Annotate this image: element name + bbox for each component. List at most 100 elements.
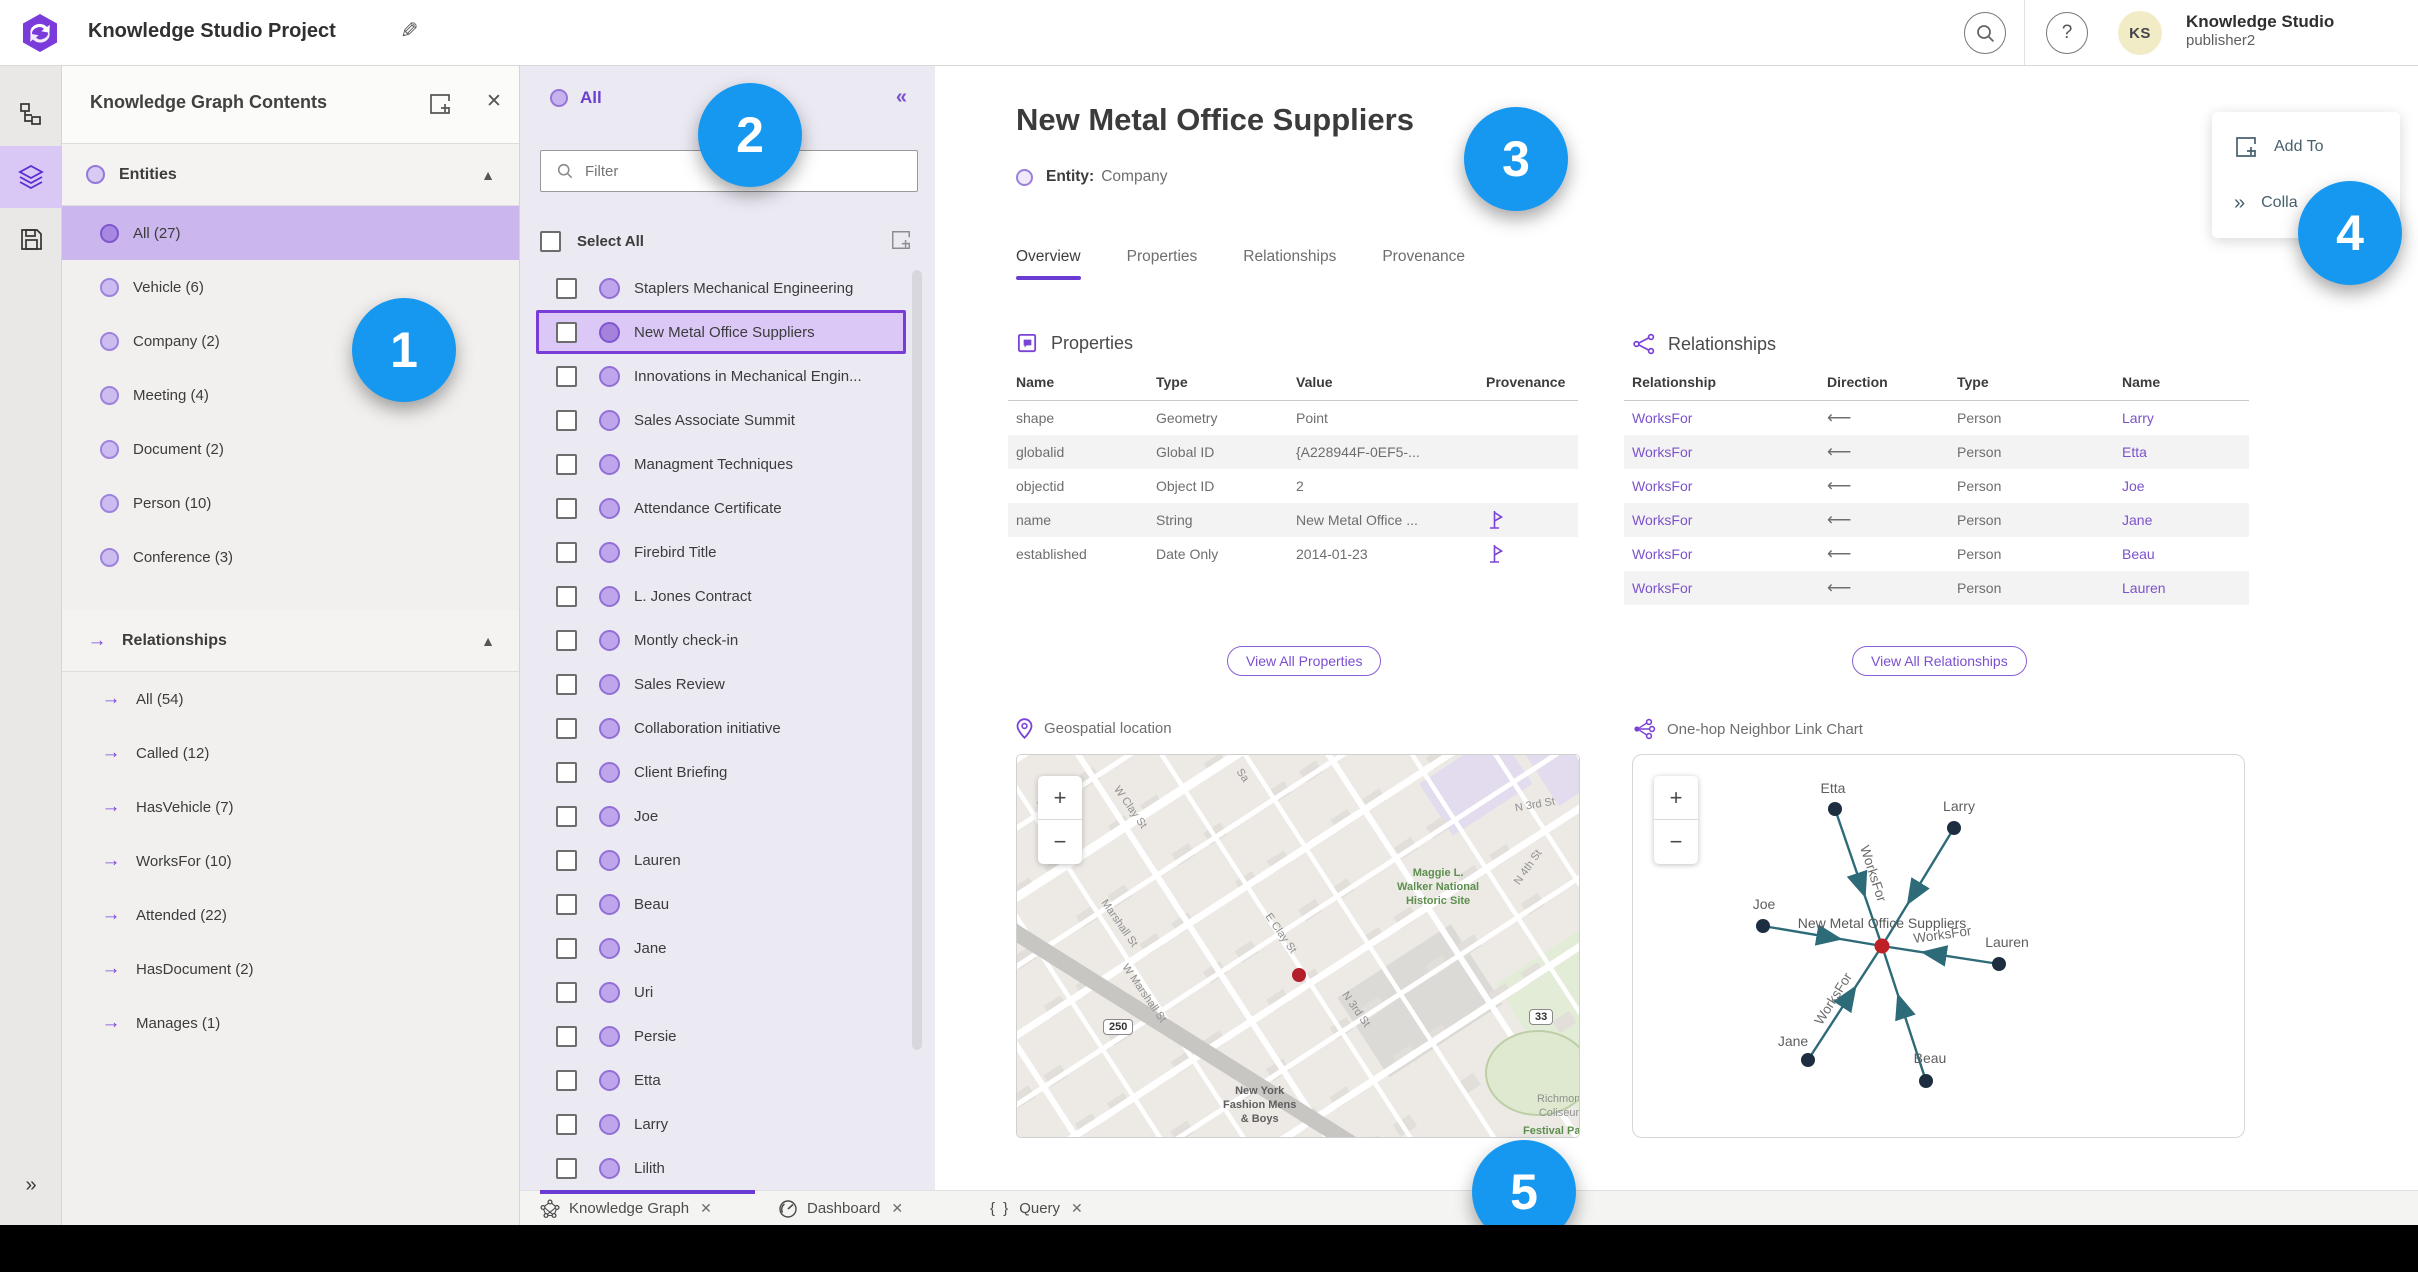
item-checkbox[interactable] bbox=[556, 277, 577, 299]
list-item[interactable]: Innovations in Mechanical Engin... bbox=[520, 354, 912, 398]
item-checkbox[interactable] bbox=[556, 541, 577, 563]
rail-expand-button[interactable]: » bbox=[0, 1174, 62, 1197]
list-item[interactable]: L. Jones Contract bbox=[520, 574, 912, 618]
item-checkbox[interactable] bbox=[556, 937, 577, 959]
item-checkbox[interactable] bbox=[556, 321, 577, 343]
list-item[interactable]: Attendance Certificate bbox=[520, 486, 912, 530]
graph-node-lauren[interactable] bbox=[1992, 957, 2006, 971]
sidebar-item-document[interactable]: Document (2) bbox=[62, 422, 519, 476]
item-checkbox[interactable] bbox=[556, 761, 577, 783]
list-item[interactable]: Beau bbox=[520, 882, 912, 926]
sidebar-item-worksfor[interactable]: → WorksFor (10) bbox=[62, 834, 519, 888]
item-checkbox[interactable] bbox=[556, 365, 577, 387]
avatar[interactable]: KS bbox=[2118, 11, 2162, 55]
one-hop-link-chart[interactable]: Etta Larry Joe Lauren Jane Beau WorksFor WorksF… bbox=[1632, 754, 2245, 1138]
list-item[interactable]: Larry bbox=[520, 1102, 912, 1146]
cell-name[interactable]: Joe bbox=[2114, 469, 2249, 503]
zoom-in-button[interactable]: + bbox=[1038, 776, 1082, 820]
zoom-out-button[interactable]: − bbox=[1038, 820, 1082, 864]
list-item[interactable]: Uri bbox=[520, 970, 912, 1014]
sidebar-item-called[interactable]: → Called (12) bbox=[62, 726, 519, 780]
relationships-section-header[interactable]: → Relationships ▲ bbox=[62, 610, 519, 672]
list-item[interactable]: Client Briefing bbox=[520, 750, 912, 794]
graph-center-node[interactable] bbox=[1874, 938, 1890, 954]
list-item[interactable]: Sales Review bbox=[520, 662, 912, 706]
provenance-flag-button[interactable] bbox=[1486, 510, 1570, 529]
tab-overview[interactable]: Overview bbox=[1016, 248, 1081, 280]
list-item[interactable]: Staplers Mechanical Engineering bbox=[520, 266, 912, 310]
list-item[interactable]: Managment Techniques bbox=[520, 442, 912, 486]
zoom-out-button[interactable]: − bbox=[1654, 820, 1698, 864]
provenance-flag-button[interactable] bbox=[1486, 544, 1570, 563]
sidebar-item-hasvehicle[interactable]: → HasVehicle (7) bbox=[62, 780, 519, 834]
rail-hierarchy-button[interactable] bbox=[0, 84, 62, 146]
list-item[interactable]: Jane bbox=[520, 926, 912, 970]
chevron-up-icon[interactable]: ▲ bbox=[481, 633, 495, 649]
tab-provenance[interactable]: Provenance bbox=[1382, 248, 1465, 280]
cell-relationship[interactable]: WorksFor bbox=[1624, 537, 1819, 571]
cell-name[interactable]: Lauren bbox=[2114, 571, 2249, 605]
sidebar-item-meeting[interactable]: Meeting (4) bbox=[62, 368, 519, 422]
cell-name[interactable]: Jane bbox=[2114, 503, 2249, 537]
entities-section-header[interactable]: Entities ▲ bbox=[62, 144, 519, 206]
list-item[interactable]: Lilith bbox=[520, 1146, 912, 1190]
item-checkbox[interactable] bbox=[556, 1025, 577, 1047]
graph-node-joe[interactable] bbox=[1756, 919, 1770, 933]
collapse-panel-icon[interactable]: « bbox=[896, 86, 907, 109]
item-checkbox[interactable] bbox=[556, 981, 577, 1003]
item-checkbox[interactable] bbox=[556, 717, 577, 739]
geospatial-map[interactable]: k RdW Clay StSaN 3rd StN 4th StMarshall … bbox=[1016, 754, 1580, 1138]
sidebar-item-conference[interactable]: Conference (3) bbox=[62, 530, 519, 584]
list-item[interactable]: Persie bbox=[520, 1014, 912, 1058]
item-checkbox[interactable] bbox=[556, 1113, 577, 1135]
bottom-tab-knowledge-graph[interactable]: Knowledge Graph ✕ bbox=[540, 1191, 712, 1226]
graph-node-jane[interactable] bbox=[1801, 1053, 1815, 1067]
cell-name[interactable]: Etta bbox=[2114, 435, 2249, 469]
item-checkbox[interactable] bbox=[556, 409, 577, 431]
list-item[interactable]: New Metal Office Suppliers bbox=[536, 310, 906, 354]
zoom-in-button[interactable]: + bbox=[1654, 776, 1698, 820]
cell-relationship[interactable]: WorksFor bbox=[1624, 469, 1819, 503]
sidebar-item-manages[interactable]: → Manages (1) bbox=[62, 996, 519, 1050]
item-checkbox[interactable] bbox=[556, 585, 577, 607]
rail-save-button[interactable] bbox=[0, 208, 62, 270]
view-all-relationships-button[interactable]: View All Relationships bbox=[1852, 646, 2027, 676]
list-item[interactable]: Lauren bbox=[520, 838, 912, 882]
item-checkbox[interactable] bbox=[556, 497, 577, 519]
item-checkbox[interactable] bbox=[556, 1069, 577, 1091]
list-item[interactable]: Collaboration initiative bbox=[520, 706, 912, 750]
item-checkbox[interactable] bbox=[556, 1157, 577, 1179]
add-to-map-button[interactable] bbox=[428, 92, 452, 116]
app-logo-icon[interactable] bbox=[20, 13, 60, 53]
view-all-properties-button[interactable]: View All Properties bbox=[1227, 646, 1382, 676]
graph-node-beau[interactable] bbox=[1919, 1074, 1933, 1088]
item-checkbox[interactable] bbox=[556, 805, 577, 827]
cell-relationship[interactable]: WorksFor bbox=[1624, 401, 1819, 436]
cell-relationship[interactable]: WorksFor bbox=[1624, 435, 1819, 469]
close-tab-icon[interactable]: ✕ bbox=[1071, 1200, 1083, 1217]
cell-relationship[interactable]: WorksFor bbox=[1624, 503, 1819, 537]
list-item[interactable]: Sales Associate Summit bbox=[520, 398, 912, 442]
help-button[interactable]: ? bbox=[2046, 12, 2088, 54]
chevron-up-icon[interactable]: ▲ bbox=[481, 167, 495, 183]
item-checkbox[interactable] bbox=[556, 849, 577, 871]
graph-node-larry[interactable] bbox=[1947, 821, 1961, 835]
list-item[interactable]: Etta bbox=[520, 1058, 912, 1102]
close-tab-icon[interactable]: ✕ bbox=[700, 1200, 712, 1217]
bottom-tab-query[interactable]: { } Query ✕ bbox=[990, 1191, 1083, 1226]
sidebar-item-all[interactable]: All (27) bbox=[62, 206, 519, 260]
close-panel-icon[interactable]: ✕ bbox=[486, 90, 502, 113]
item-checkbox[interactable] bbox=[556, 629, 577, 651]
tab-properties[interactable]: Properties bbox=[1127, 248, 1198, 280]
account-info[interactable]: Knowledge Studio publisher2 bbox=[2186, 11, 2334, 51]
sidebar-item-hasdocument[interactable]: → HasDocument (2) bbox=[62, 942, 519, 996]
list-scrollbar[interactable] bbox=[912, 270, 922, 1050]
map-marker[interactable] bbox=[1292, 968, 1306, 982]
edit-title-icon[interactable]: ✎ bbox=[400, 18, 418, 44]
tab-relationships[interactable]: Relationships bbox=[1243, 248, 1336, 280]
cell-name[interactable]: Larry bbox=[2114, 401, 2249, 436]
sidebar-item-attended[interactable]: → Attended (22) bbox=[62, 888, 519, 942]
graph-edge[interactable] bbox=[1806, 945, 1884, 1061]
add-to-button[interactable]: Add To bbox=[2212, 119, 2400, 175]
graph-edge[interactable] bbox=[1881, 944, 2000, 967]
